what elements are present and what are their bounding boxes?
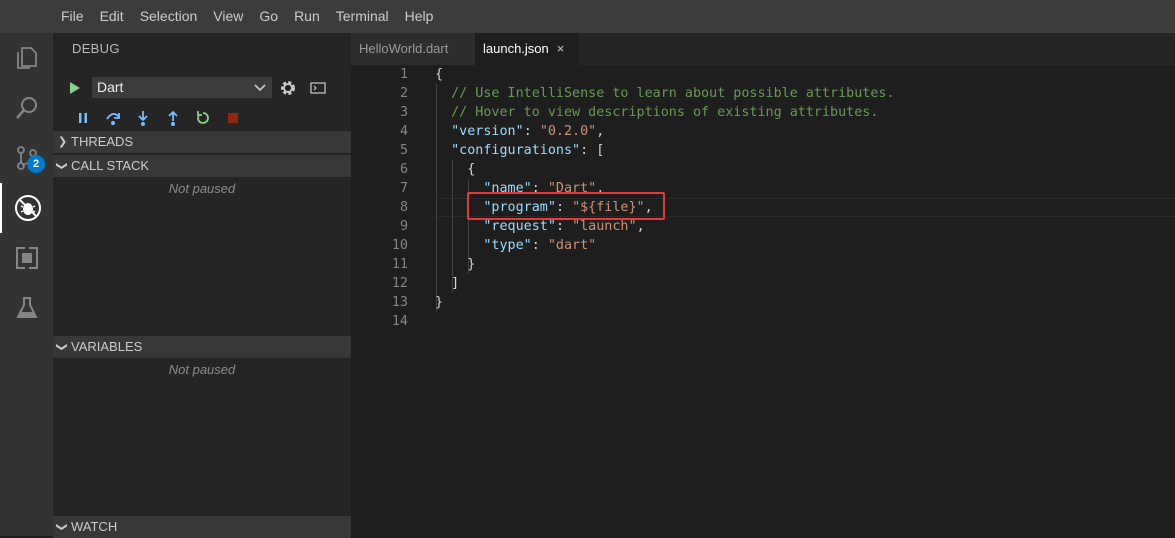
chevron-down-icon: ❯ [55,161,68,171]
line-number: 2 [399,86,408,101]
gear-icon[interactable] [279,79,297,102]
line-number: 13 [391,295,408,310]
call-stack-label: CALL STACK [71,158,150,173]
line-number: 8 [399,200,408,215]
search-icon [15,97,37,119]
menu-view[interactable]: View [205,0,251,33]
line-number: 6 [399,162,408,177]
menu-terminal[interactable]: Terminal [328,0,397,33]
call-stack-section-header[interactable]: ❯ CALL STACK [53,155,351,177]
variables-status: Not paused [168,362,236,377]
step-over-icon[interactable] [98,107,128,129]
threads-section-header[interactable]: ❯ THREADS [53,131,351,153]
watch-section-header[interactable]: ❯ WATCH [53,516,351,538]
step-out-icon[interactable] [158,107,188,129]
code-line: 5 "configurations": [ [351,141,1175,160]
scm-count-badge: 2 [27,155,45,173]
code-line: 14 [351,312,1175,331]
code-line: 10 "type": "dart" [351,236,1175,255]
code-text: "type": "dart" [483,238,597,253]
code-line: 2 // Use IntelliSense to learn about pos… [351,84,1175,103]
source-control-activity[interactable]: 2 [0,133,53,183]
chevron-down-icon: ❯ [55,522,68,532]
line-number: 3 [399,105,408,120]
debug-toolbar [68,107,248,129]
line-number: 11 [391,257,408,272]
code-text: // Hover to view descriptions of existin… [451,105,879,120]
line-number: 10 [391,238,408,253]
chevron-right-icon: ❯ [58,136,68,148]
files-icon [16,47,37,69]
menu-selection[interactable]: Selection [132,0,206,33]
flask-icon [15,297,38,318]
extensions-activity[interactable] [0,233,53,283]
debug-activity[interactable] [0,183,53,233]
call-stack-status: Not paused [168,181,236,196]
code-editor[interactable]: 1{2 // Use IntelliSense to learn about p… [351,65,1175,536]
close-icon[interactable]: × [557,41,565,56]
annotation-highlight-box [467,192,665,220]
testing-activity[interactable] [0,283,53,333]
code-text: "configurations": [ [451,143,605,158]
sidebar-title: DEBUG [72,41,120,56]
debug-config-value: Dart [97,79,124,95]
step-into-icon[interactable] [128,107,158,129]
threads-label: THREADS [71,134,134,149]
line-number: 7 [399,181,408,196]
debug-config-select[interactable]: Dart [92,77,272,98]
code-text: "version": "0.2.0", [451,124,605,139]
debug-icon [14,195,41,221]
explorer-activity[interactable] [0,33,53,83]
code-text: // Use IntelliSense to learn about possi… [451,86,895,101]
code-text: { [467,162,476,177]
code-text: { [435,67,444,82]
menu-help[interactable]: Help [397,0,442,33]
line-number: 14 [391,314,408,329]
line-number: 4 [399,124,408,139]
tab-label: launch.json [483,41,549,56]
watch-label: WATCH [71,519,118,534]
variables-label: VARIABLES [71,339,143,354]
chevron-down-icon [253,79,267,102]
line-number: 9 [399,219,408,234]
menu-bar: File Edit Selection View Go Run Terminal… [0,0,1175,33]
tab-helloworld-dart[interactable]: HelloWorld.dart [351,33,475,65]
debug-console-icon[interactable] [310,80,326,101]
restart-icon[interactable] [188,107,218,129]
tab-launch-json[interactable]: launch.json × [475,33,579,65]
code-text: } [435,295,444,310]
chevron-down-icon: ❯ [55,342,68,352]
editor-tab-bar: HelloWorld.dart launch.json × [351,33,1175,65]
pause-icon[interactable] [68,107,98,129]
extensions-icon [15,245,38,271]
start-debugging-icon[interactable] [70,82,80,94]
menu-file[interactable]: File [53,0,92,33]
code-line: 6 { [351,160,1175,179]
code-line: 12 ] [351,274,1175,293]
code-text: } [467,257,476,272]
code-line: 11 } [351,255,1175,274]
menu-run[interactable]: Run [286,0,328,33]
code-line: 4 "version": "0.2.0", [351,122,1175,141]
debug-config-row: Dart [53,77,351,99]
line-number: 1 [399,67,408,82]
tab-label: HelloWorld.dart [359,41,449,56]
activity-bar: 2 [0,33,53,536]
menu-edit[interactable]: Edit [92,0,132,33]
code-line: 13} [351,293,1175,312]
code-text: ] [451,276,460,291]
line-number: 5 [399,143,408,158]
menu-go[interactable]: Go [251,0,286,33]
variables-section-header[interactable]: ❯ VARIABLES [53,336,351,358]
search-activity[interactable] [0,83,53,133]
line-number: 12 [391,276,408,291]
code-line: 1{ [351,65,1175,84]
code-line: 3 // Hover to view descriptions of exist… [351,103,1175,122]
debug-sidebar: DEBUG Dart ❯ THREADS ❯ CALL STACK Not pa… [53,33,351,538]
stop-icon[interactable] [218,107,248,129]
